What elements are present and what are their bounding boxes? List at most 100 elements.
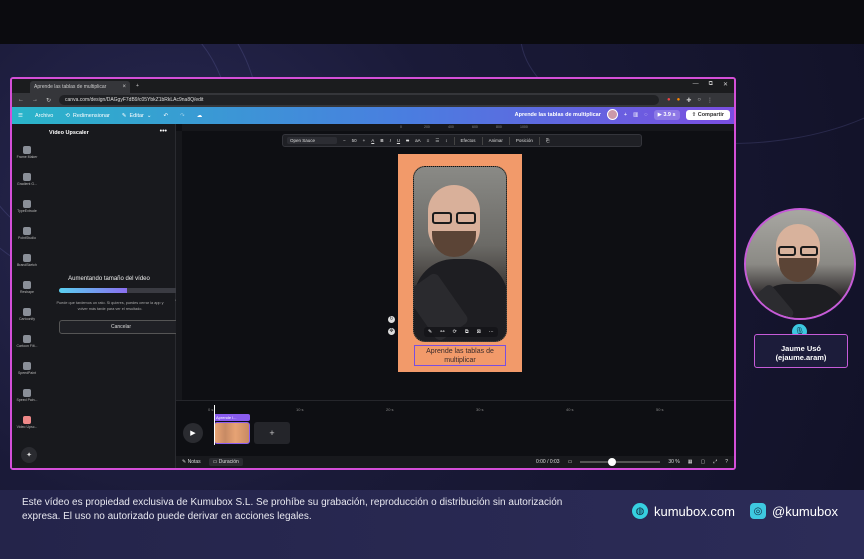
- back-icon[interactable]: ←: [18, 97, 24, 103]
- new-tab-button[interactable]: +: [136, 83, 139, 89]
- project-title[interactable]: Aprende las tablas de multiplicar: [515, 112, 601, 118]
- font-size[interactable]: 50: [352, 138, 357, 143]
- url-field[interactable]: canva.com/design/DAGgyF7dB9/c05YbkZ1bRkL…: [59, 95, 660, 105]
- case-button[interactable]: aA: [415, 138, 421, 143]
- rail-app-typeextrude[interactable]: TypeExtrude: [14, 200, 40, 213]
- help-icon[interactable]: ?: [725, 459, 728, 465]
- video-element[interactable]: ✎ ⚯ ⟳ ⧉ ⊠ ⋯: [413, 166, 507, 342]
- copy-icon[interactable]: ⧉: [465, 329, 469, 335]
- presenter-name: Jaume Usó: [780, 344, 822, 353]
- paint-format-icon[interactable]: ⎘: [546, 138, 550, 143]
- bold-button[interactable]: B: [380, 138, 383, 143]
- rotate-icon[interactable]: ↻: [388, 316, 395, 323]
- increase-size-button[interactable]: +: [363, 138, 366, 143]
- tab-canva[interactable]: Aprende las tablas de multiplicar ×: [30, 81, 130, 93]
- italic-button[interactable]: I: [390, 138, 391, 143]
- undo-icon[interactable]: ↶: [163, 113, 168, 119]
- panel-title: Vídeo Upscaler: [49, 130, 89, 136]
- rail-app-frame-maker[interactable]: Frame Maker: [14, 146, 40, 159]
- share-button[interactable]: ⇧ Compartir: [685, 109, 730, 120]
- more-options-icon[interactable]: ⋯: [489, 329, 494, 335]
- kebab-menu-icon[interactable]: ⋮: [707, 97, 713, 104]
- chevron-down-icon: ⌄: [146, 112, 152, 119]
- notes-button[interactable]: ✎ Notas: [182, 459, 201, 465]
- rail-app-cartoonify[interactable]: Cartoonify: [14, 308, 40, 321]
- decrease-size-button[interactable]: −: [343, 138, 346, 143]
- grid-view-icon[interactable]: ▦: [688, 459, 693, 465]
- timeline-tick: 40 s: [566, 407, 574, 412]
- font-selector[interactable]: Open Sauce: [287, 137, 337, 144]
- rail-app-brandsketch[interactable]: BrandSketch: [14, 254, 40, 267]
- app-icon: [23, 308, 31, 316]
- forward-icon[interactable]: →: [32, 97, 38, 103]
- rail-app-video-upscaler[interactable]: Video Upsc...: [14, 416, 40, 429]
- redo-icon[interactable]: ↷: [180, 113, 185, 119]
- rail-label: Gradient G...: [16, 182, 38, 186]
- design-page[interactable]: ✎ ⚯ ⟳ ⧉ ⊠ ⋯ Aprende las tablas de multip…: [398, 154, 522, 372]
- extension-icon[interactable]: ●: [677, 97, 681, 104]
- menu-icon[interactable]: ☰: [18, 113, 23, 119]
- animate-button[interactable]: Animar: [489, 138, 503, 143]
- zoom-knob[interactable]: [608, 458, 617, 466]
- minimize-button[interactable]: —: [693, 81, 699, 88]
- zoom-level[interactable]: 30 %: [668, 459, 679, 465]
- analytics-icon[interactable]: ▥: [633, 112, 638, 118]
- fullscreen-icon[interactable]: ⤢: [713, 459, 717, 465]
- timeline-clip[interactable]: [214, 422, 250, 444]
- align-icon[interactable]: ≡: [427, 138, 430, 143]
- duration-button[interactable]: ▭ Duración: [208, 458, 243, 466]
- magic-edit-icon[interactable]: ✎: [428, 329, 432, 335]
- more-icon[interactable]: •••: [160, 128, 167, 135]
- add-collaborator-icon[interactable]: +: [624, 112, 627, 118]
- rail-app-cartoon-filter[interactable]: Cartoon Filt...: [14, 335, 40, 348]
- present-button[interactable]: ▶ 3.9 s: [653, 109, 680, 120]
- present-duration: 3.9 s: [663, 111, 676, 118]
- add-page-button[interactable]: +: [254, 422, 290, 444]
- comment-icon[interactable]: ◌: [644, 112, 647, 118]
- app-icon: [23, 146, 31, 154]
- list-icon[interactable]: ☰: [435, 138, 439, 144]
- playhead[interactable]: [214, 405, 215, 445]
- effects-button[interactable]: Efectos: [461, 138, 476, 143]
- text-color-icon[interactable]: A: [371, 138, 374, 143]
- resize-button[interactable]: ⟲ Redimensionar: [65, 113, 110, 119]
- caption-text[interactable]: Aprende las tablas de multiplicar: [414, 345, 506, 366]
- upscale-progress-bar: [59, 288, 183, 293]
- lock-icon[interactable]: ⊠: [477, 329, 481, 335]
- zoom-slider[interactable]: [580, 458, 661, 466]
- rail-app-gradient[interactable]: Gradient G...: [14, 173, 40, 186]
- pages-icon[interactable]: ▭: [568, 459, 573, 465]
- underline-button[interactable]: U: [397, 138, 400, 143]
- cancel-button[interactable]: Cancelar: [59, 320, 183, 334]
- extension-icon[interactable]: ●: [667, 97, 671, 104]
- app-icon: [23, 173, 31, 181]
- replace-icon[interactable]: ⟳: [453, 329, 457, 335]
- rail-label: Speed Pain...: [16, 398, 38, 402]
- clip-label[interactable]: Aprende l...: [214, 414, 250, 421]
- magic-icon[interactable]: ✦: [21, 447, 37, 463]
- position-button[interactable]: Posición: [516, 138, 533, 143]
- cloud-save-icon[interactable]: ☁: [197, 113, 203, 119]
- avatar[interactable]: [606, 109, 618, 120]
- reload-icon[interactable]: ↻: [46, 97, 51, 104]
- close-window-button[interactable]: ✕: [723, 81, 728, 88]
- play-button[interactable]: ▶: [183, 423, 203, 443]
- maximize-button[interactable]: ⧉: [709, 81, 713, 88]
- rail-app-speedpaint[interactable]: SpeedPaint: [14, 362, 40, 375]
- page-view-icon[interactable]: ▢: [700, 459, 705, 465]
- puzzle-icon[interactable]: ✚: [686, 97, 691, 104]
- spacing-icon[interactable]: ↕: [445, 138, 447, 143]
- share-icon: ⇧: [691, 111, 697, 118]
- rail-app-reshape[interactable]: Reshape: [14, 281, 40, 294]
- edit-button[interactable]: ✎ Editar ⌄: [122, 113, 152, 119]
- strikethrough-button[interactable]: S: [406, 138, 409, 143]
- app-icon: [23, 335, 31, 343]
- profile-icon[interactable]: ○: [697, 97, 701, 104]
- rail-app-pointstudio[interactable]: PointStudio: [14, 227, 40, 240]
- tab-close-icon[interactable]: ×: [122, 84, 126, 90]
- file-menu[interactable]: Archivo: [35, 113, 53, 119]
- move-icon[interactable]: ✥: [388, 328, 395, 335]
- link-icon[interactable]: ⚯: [440, 329, 444, 335]
- upscale-status: Aumentando tamaño del vídeo: [68, 276, 150, 282]
- rail-app-speed-paint[interactable]: Speed Pain...: [14, 389, 40, 402]
